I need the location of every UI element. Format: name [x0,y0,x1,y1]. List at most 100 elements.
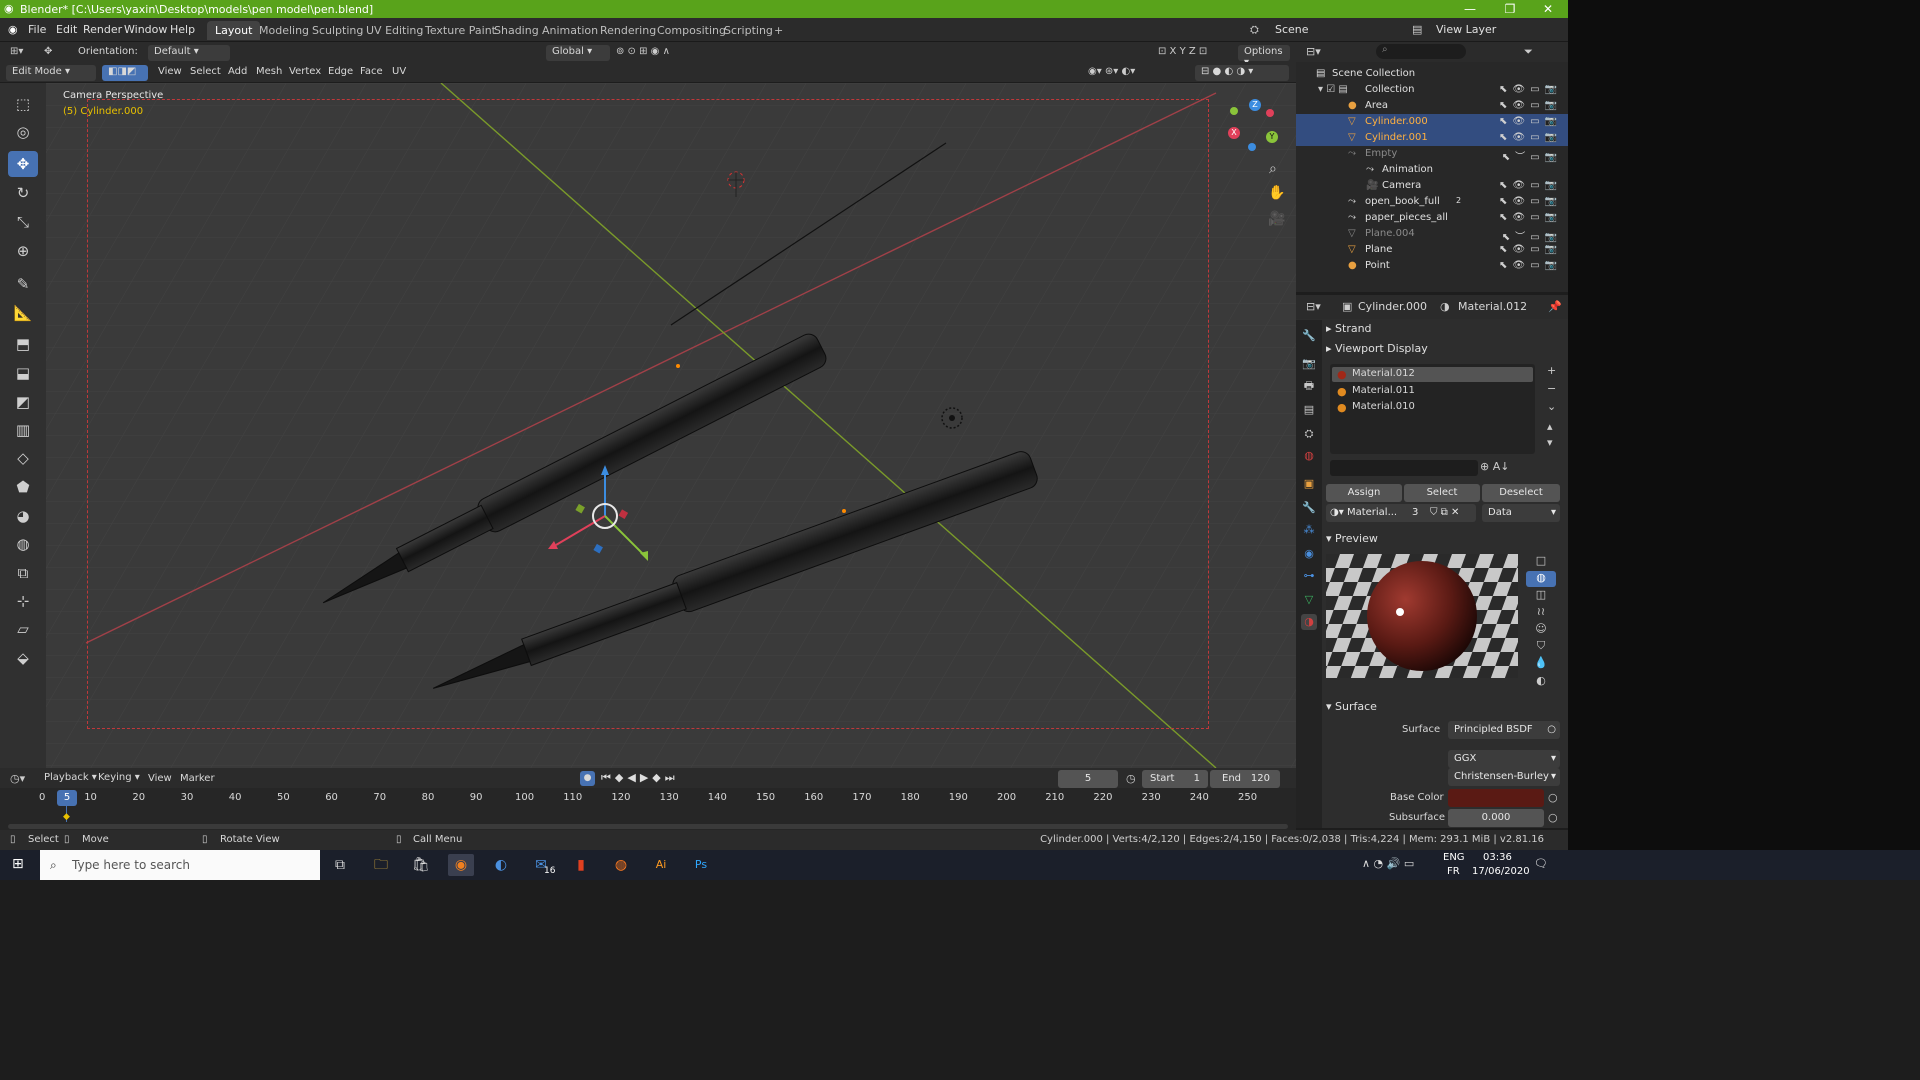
outliner-item-point[interactable]: ● Point ⬉👁▭📷 [1296,258,1568,274]
visibility-icons[interactable]: ⬉︶▭📷 [1502,148,1562,163]
properties-editor-icon[interactable]: ⊟▾ [1306,300,1321,313]
material-slot-row[interactable]: ● Material.011 [1332,384,1533,399]
menu-edit[interactable]: Edit [56,23,77,36]
outliner-item-cylinder-001[interactable]: ▽ Cylinder.001 ⬉👁▭📷 [1296,130,1568,146]
menu-help[interactable]: Help [170,23,195,36]
pin-icon[interactable]: 📌 [1548,300,1562,313]
language-bottom[interactable]: FR [1447,866,1460,877]
visibility-icons[interactable]: ⬉👁▭📷 [1499,212,1562,223]
output-tab-icon[interactable]: 🖶 [1301,378,1317,394]
camera-view-icon[interactable]: 🎥 [1268,211,1285,227]
visibility-icons[interactable]: ⬉👁▭📷 [1499,84,1562,95]
view-layer-name[interactable]: View Layer [1436,23,1496,36]
surface-section[interactable]: ▾ Surface [1326,700,1377,713]
world-tab-icon[interactable]: ◍ [1301,448,1317,464]
scale-tool-icon[interactable]: ⤡ [8,209,38,235]
start-frame-field[interactable]: Start 1 [1142,770,1208,788]
material-tab-icon[interactable]: ◑ [1301,614,1317,630]
menu-select[interactable]: Select [190,66,221,77]
visibility-icons[interactable]: ⬉︶▭📷 [1502,228,1562,243]
navigation-gizmo[interactable]: Z X Y [1222,97,1286,161]
outliner-search-input[interactable]: ⌕ [1376,44,1466,59]
move-down-icon[interactable]: ▾ [1547,436,1553,449]
fake-user-icon[interactable]: ⛉ ⧉ ✕ [1430,504,1459,522]
smooth-tool-icon[interactable]: ◍ [8,531,38,557]
preview-flat-icon[interactable]: □ [1526,554,1556,570]
view-layer-tab-icon[interactable]: ▤ [1301,402,1317,418]
orientation-select[interactable]: Default ▾ [148,45,230,61]
edge-slide-tool-icon[interactable]: ⧉ [8,560,38,586]
annotate-tool-icon[interactable]: ✎ [8,271,38,297]
gizmo-neg-z[interactable] [1248,143,1256,151]
preview-monkey-icon[interactable]: ☺ [1526,622,1556,638]
visibility-icons[interactable]: ⬉👁▭📷 [1499,196,1562,207]
preview-fluid-icon[interactable]: 💧 [1526,656,1556,672]
transform-space-select[interactable]: Global ▾ [546,45,610,61]
render-tab-icon[interactable]: 📷 [1301,356,1317,372]
preview-hair-icon[interactable]: ≀≀ [1526,605,1556,621]
filter-options-icon[interactable]: ⊕ A↓ [1480,460,1509,473]
store-icon[interactable]: 🛍 [408,854,434,876]
physics-tab-icon[interactable]: ◉ [1301,546,1317,562]
strand-section[interactable]: ▸ Strand [1326,322,1372,335]
clock-time[interactable]: 03:36 [1483,852,1512,863]
outliner-item-collection[interactable]: ▾ ☑ ▤ Collection ⬉👁▭📷 [1296,82,1568,98]
menu-view[interactable]: View [158,66,182,77]
preview-section[interactable]: ▾ Preview [1326,532,1378,545]
cursor-tool-icon[interactable]: ◎ [8,119,38,145]
shading-mode-icons[interactable]: ⊟ ● ◐ ◑ ▾ [1195,65,1289,81]
restore-button[interactable]: ❐ [1490,0,1530,18]
viewport-overlay-icons[interactable]: ◉▾ ⊛▾ ◐▾ [1088,66,1135,77]
preview-cloth-icon[interactable]: ⛉ [1526,639,1556,655]
link-socket-icon[interactable]: ○ [1548,791,1558,804]
outliner-editor-icon[interactable]: ⊟▾ [1306,45,1321,58]
menu-vertex[interactable]: Vertex [289,66,321,77]
editor-type-icon[interactable]: ⊞▾ [10,46,23,57]
slot-filter-input[interactable] [1330,460,1478,476]
minimize-button[interactable]: — [1450,0,1490,18]
outliner-item-animation[interactable]: ⤳ Animation [1296,162,1568,178]
collection-checkbox-icon[interactable]: ▾ ☑ ▤ [1318,84,1348,95]
timeline-scrollbar[interactable] [8,824,1288,829]
windows-start-icon[interactable]: ⊞ [12,856,24,872]
stopwatch-icon[interactable]: ◷ [1126,772,1136,785]
marker-menu[interactable]: Marker [180,773,215,784]
filter-icon[interactable]: ⏷ [1524,45,1533,59]
preview-cube-icon[interactable]: ◫ [1526,588,1556,604]
gizmo-z-axis[interactable]: Z [1249,99,1261,111]
transform-tool-icon[interactable]: ⊕ [8,238,38,264]
data-tab-icon[interactable]: ▽ [1301,592,1317,608]
preview-sphere-icon[interactable]: ◍ [1526,571,1556,587]
tray-icons[interactable]: ∧ ◔ 🔊 ▭ [1362,857,1414,870]
outliner-item-area[interactable]: ● Area ⬉👁▭📷 [1296,98,1568,114]
rip-tool-icon[interactable]: ⬙ [8,645,38,671]
visibility-icons[interactable]: ⬉👁▭📷 [1499,132,1562,143]
menu-file[interactable]: File [28,23,46,36]
subsurface-value-field[interactable]: 0.000 [1448,809,1544,827]
particles-tab-icon[interactable]: ⁂ [1301,522,1317,538]
knife-tool-icon[interactable]: ◇ [8,445,38,471]
viewport-display-section[interactable]: ▸ Viewport Display [1326,342,1428,355]
keyframe-diamond-icon[interactable]: ◆ [63,812,70,822]
gizmo-x-axis[interactable]: X [1228,127,1240,139]
visibility-icons[interactable]: ⬉👁▭📷 [1499,116,1562,127]
axis-lock-icon[interactable]: ⊡ X Y Z ⊡ [1158,46,1207,57]
file-explorer-icon[interactable]: 🗀 [368,854,394,876]
measure-tool-icon[interactable]: 📐 [8,300,38,326]
menu-window[interactable]: Window [124,23,167,36]
timeline-editor-icon[interactable]: ◷▾ [10,772,25,785]
visibility-icons[interactable]: ⬉👁▭📷 [1499,260,1562,271]
gizmo-y-axis[interactable]: Y [1266,131,1278,143]
task-view-icon[interactable]: ⧉ [327,854,353,876]
scene-collection-row[interactable]: ▤ Scene Collection [1296,66,1568,82]
end-frame-field[interactable]: End 120 [1210,770,1280,788]
record-button[interactable]: ● [580,771,595,786]
slot-menu-icon[interactable]: ⌄ [1547,400,1556,413]
outliner-item-plane-004[interactable]: ▽ Plane.004 ⬉︶▭📷 [1296,226,1568,243]
timeline-view-menu[interactable]: View [148,773,172,784]
move-tool-icon[interactable]: ✥ [8,151,38,177]
link-select[interactable]: Data ▾ [1482,504,1560,522]
remove-slot-icon[interactable]: − [1547,382,1556,395]
modifier-tab-icon[interactable]: 🔧 [1301,500,1317,516]
surface-shader-select[interactable]: Principled BSDF ○ [1448,721,1560,739]
